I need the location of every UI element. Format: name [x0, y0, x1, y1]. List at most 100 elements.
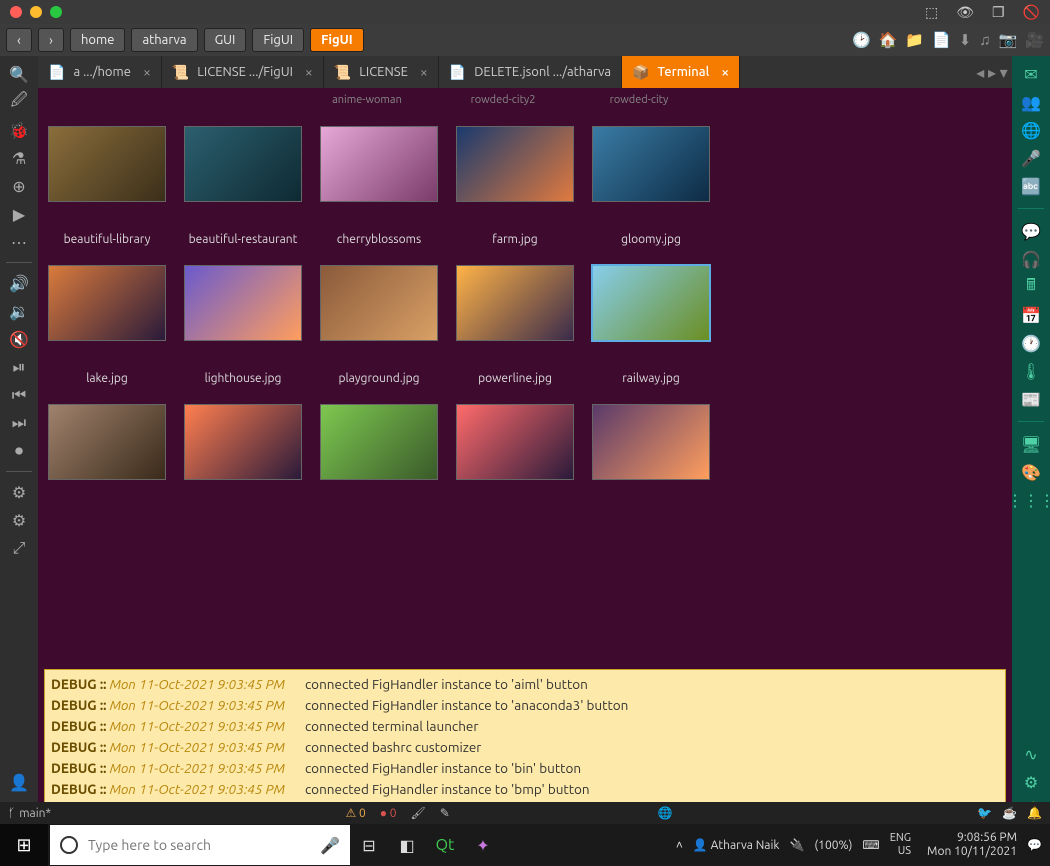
- mic-icon[interactable]: 🎤: [320, 836, 340, 855]
- status-icon[interactable]: 🔔: [1027, 807, 1042, 820]
- leftrail-icon[interactable]: ⏭: [4, 409, 34, 437]
- rightrail-icon[interactable]: 🕐: [1016, 329, 1046, 357]
- windows-icon[interactable]: ❐: [992, 4, 1005, 21]
- qt-icon[interactable]: Qt: [426, 824, 464, 866]
- app-icon-1[interactable]: ◧: [388, 824, 426, 866]
- file-thumb[interactable]: powerline.jpg: [456, 265, 574, 386]
- breadcrumb-FigUI[interactable]: FigUI: [252, 28, 304, 52]
- rightrail-icon[interactable]: 🔤: [1016, 172, 1046, 200]
- file-thumb[interactable]: farm.jpg: [456, 126, 574, 247]
- file-thumb[interactable]: lighthouse.jpg: [184, 265, 302, 386]
- rightrail-icon[interactable]: ✉: [1016, 60, 1046, 88]
- file-thumb[interactable]: beautiful-restaurant: [184, 126, 302, 247]
- git-branch[interactable]: ᚶ main*: [8, 807, 51, 820]
- rightrail-icon[interactable]: 👥: [1016, 88, 1046, 116]
- close-icon[interactable]: ×: [420, 64, 428, 80]
- search-box[interactable]: 🎤: [50, 825, 350, 865]
- hide-icon[interactable]: 🚫: [1023, 4, 1040, 21]
- tab-scroll[interactable]: ◂ ▸ ▾: [972, 56, 1012, 88]
- status-icon[interactable]: 🐦: [977, 807, 992, 820]
- file-thumb[interactable]: lake.jpg: [48, 265, 166, 386]
- status-icon[interactable]: ☕: [1002, 807, 1017, 820]
- file-grid[interactable]: anime-woman rowded-city2 rowded-city beaut…: [38, 88, 1012, 669]
- close-icon[interactable]: ×: [143, 64, 151, 80]
- language-indicator[interactable]: ENGUS: [890, 832, 911, 858]
- leftrail-icon[interactable]: ⏺: [4, 437, 34, 465]
- search-input[interactable]: [88, 837, 310, 853]
- leftrail-icon[interactable]: ⋯: [4, 228, 34, 256]
- file-thumb[interactable]: playground.jpg: [320, 265, 438, 386]
- rightrail-icon[interactable]: 🎤: [1016, 144, 1046, 172]
- nav-icon[interactable]: ⬇: [959, 31, 972, 49]
- leftrail-icon[interactable]: ⤢: [4, 534, 34, 562]
- leftrail-icon[interactable]: 🖉: [4, 88, 34, 116]
- rightrail-icon[interactable]: 🌐: [1016, 116, 1046, 144]
- rightrail-icon[interactable]: 🎧: [1016, 245, 1046, 273]
- file-thumb[interactable]: beautiful-library: [48, 126, 166, 247]
- leftrail-icon[interactable]: 🐞: [4, 116, 34, 144]
- minimize-dot[interactable]: [30, 6, 42, 18]
- rightrail-icon[interactable]: 🌡: [1016, 357, 1046, 385]
- breadcrumb-home[interactable]: home: [70, 28, 125, 52]
- back-button[interactable]: ‹: [6, 28, 32, 52]
- leftrail-icon[interactable]: ⏯: [4, 353, 34, 381]
- leftrail-icon[interactable]: ⊕: [4, 172, 34, 200]
- globe-icon[interactable]: 🌐: [658, 806, 673, 820]
- tab-deletejsonlatharva[interactable]: 📄DELETE.jsonl .../atharva: [439, 56, 622, 88]
- edit-icon[interactable]: ✎: [440, 806, 450, 820]
- leftrail-icon[interactable]: 🔇: [4, 325, 34, 353]
- leftrail-icon[interactable]: 🔊: [4, 269, 34, 297]
- file-thumb[interactable]: cherryblossoms: [320, 126, 438, 247]
- file-thumb[interactable]: anime-woman: [308, 94, 426, 108]
- rightrail-icon[interactable]: ⋮⋮⋮: [1016, 486, 1046, 514]
- leftrail-icon[interactable]: ▶: [4, 200, 34, 228]
- nav-icon[interactable]: 🎥: [1025, 31, 1044, 49]
- breadcrumb-FigUI[interactable]: FigUI: [310, 28, 364, 52]
- screenshot-icon[interactable]: ⬚: [925, 4, 938, 21]
- nav-icon[interactable]: 📷: [999, 31, 1018, 49]
- tab-licensefigui[interactable]: 📜LICENSE .../FigUI×: [162, 56, 324, 88]
- cortana-icon[interactable]: [60, 836, 78, 854]
- rightrail-icon[interactable]: 🖥: [1016, 430, 1046, 458]
- warnings-count[interactable]: ⚠ 0: [345, 806, 365, 820]
- leftrail-icon[interactable]: ⚙: [4, 478, 34, 506]
- errors-count[interactable]: ● 0: [380, 806, 397, 820]
- leftrail-icon[interactable]: ⚙: [4, 506, 34, 534]
- rightrail-icon[interactable]: ⚙: [1016, 768, 1046, 796]
- rightrail-icon[interactable]: 💬: [1016, 217, 1046, 245]
- app-icon-2[interactable]: ✦: [464, 824, 502, 866]
- tray-chevron-icon[interactable]: ˄: [676, 838, 683, 852]
- file-thumb[interactable]: railway.jpg: [592, 265, 710, 386]
- rightrail-icon[interactable]: 🎨: [1016, 458, 1046, 486]
- debug-log[interactable]: DEBUG :: Mon 11-Oct-2021 9:03:45 PMconne…: [44, 669, 1006, 824]
- close-dot[interactable]: [10, 6, 22, 18]
- nav-icon[interactable]: 🏠: [879, 31, 898, 49]
- file-thumb[interactable]: [184, 404, 302, 510]
- breadcrumb-GUI[interactable]: GUI: [204, 28, 247, 52]
- tab-license[interactable]: 📜LICENSE×: [324, 56, 439, 88]
- forward-button[interactable]: ›: [38, 28, 64, 52]
- file-thumb[interactable]: rowded-city: [580, 94, 698, 108]
- keyboard-icon[interactable]: ⌨: [862, 838, 879, 852]
- nav-icon[interactable]: 📄: [932, 31, 951, 49]
- leftrail-icon[interactable]: ⚗: [4, 144, 34, 172]
- power-icon[interactable]: 🔌: [789, 838, 804, 852]
- zoom-dot[interactable]: [50, 6, 62, 18]
- rightrail-icon[interactable]: 📅: [1016, 301, 1046, 329]
- tab-ahome[interactable]: 📄a .../home×: [38, 56, 162, 88]
- file-thumb[interactable]: [48, 404, 166, 510]
- taskview-icon[interactable]: ⊟: [350, 824, 388, 866]
- leftrail-icon[interactable]: ⏮: [4, 381, 34, 409]
- notifications-icon[interactable]: 💬: [1027, 838, 1042, 852]
- leftrail-icon[interactable]: 🔉: [4, 297, 34, 325]
- tab-terminal[interactable]: 📦Terminal×: [622, 56, 740, 88]
- rightrail-icon[interactable]: 🖩: [1016, 273, 1046, 301]
- start-button[interactable]: ⊞: [0, 824, 48, 866]
- file-thumb[interactable]: rowded-city2: [444, 94, 562, 108]
- file-thumb[interactable]: [592, 404, 710, 510]
- file-thumb[interactable]: [456, 404, 574, 510]
- nav-icon[interactable]: ♫: [979, 31, 990, 49]
- file-thumb[interactable]: gloomy.jpg: [592, 126, 710, 247]
- system-tray[interactable]: ˄ 👤 Atharva Naik 🔌 (100%) ⌨ ENGUS 9:08:5…: [676, 831, 1050, 860]
- nav-icon[interactable]: 📁: [905, 31, 924, 49]
